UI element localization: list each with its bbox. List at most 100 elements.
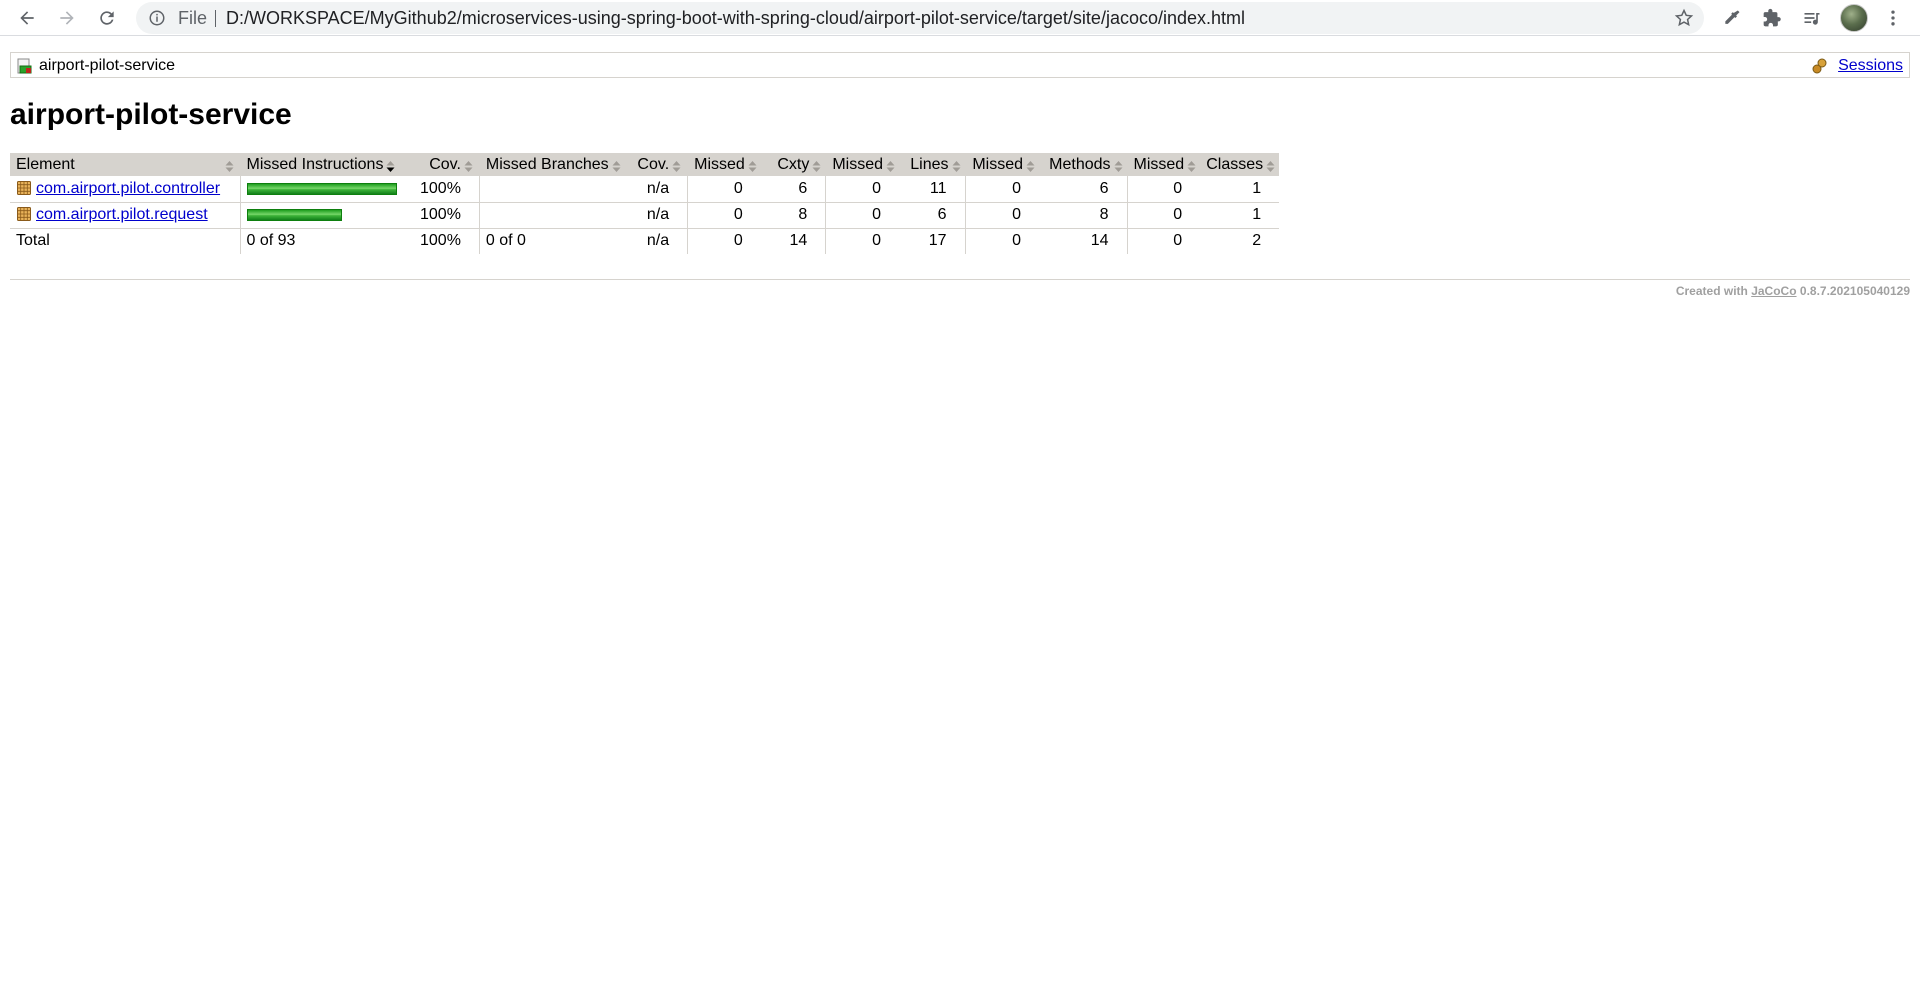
column-header-instruction-cov[interactable]: Cov. bbox=[414, 153, 480, 176]
sort-icon bbox=[225, 159, 234, 172]
back-arrow-icon bbox=[20, 11, 34, 25]
total-missed-cxty: 0 bbox=[687, 227, 761, 254]
package-link-controller[interactable]: com.airport.pilot.controller bbox=[36, 180, 220, 197]
column-header-missed-instructions[interactable]: Missed Instructions bbox=[239, 153, 414, 176]
methods-cell: 6 bbox=[1039, 176, 1128, 203]
total-missed-lines: 0 bbox=[825, 227, 900, 254]
footer-prefix: Created with bbox=[1675, 284, 1748, 298]
column-header-missed-branches[interactable]: Missed Branches bbox=[478, 153, 632, 176]
info-icon[interactable] bbox=[148, 9, 166, 27]
lines-cell: 11 bbox=[899, 176, 966, 203]
column-header-methods[interactable]: Methods bbox=[1039, 153, 1128, 176]
total-row: Total 0 of 93 100% 0 of 0 n/a 0 14 0 17 … bbox=[10, 227, 1280, 254]
branch-cov-cell: n/a bbox=[631, 202, 688, 229]
cxty-cell: 6 bbox=[760, 176, 826, 203]
sort-icon bbox=[952, 159, 961, 172]
missed-lines-cell: 0 bbox=[825, 202, 900, 229]
package-link-request[interactable]: com.airport.pilot.request bbox=[36, 206, 208, 223]
eyedropper-icon bbox=[1725, 10, 1740, 24]
missed-classes-cell: 0 bbox=[1126, 202, 1201, 229]
reload-icon bbox=[100, 11, 114, 25]
sort-icon bbox=[886, 159, 895, 172]
column-header-element[interactable]: Element bbox=[10, 153, 240, 176]
missed-cxty-cell: 0 bbox=[687, 202, 761, 229]
column-header-missed-methods[interactable]: Missed bbox=[964, 153, 1040, 176]
eyedropper-button[interactable] bbox=[1718, 4, 1746, 32]
total-missed-instructions: 0 of 93 bbox=[239, 227, 414, 254]
extensions-button[interactable] bbox=[1758, 4, 1786, 32]
missed-branches-cell bbox=[478, 202, 632, 229]
instruction-cov-cell: 100% bbox=[414, 202, 480, 229]
reload-button[interactable] bbox=[93, 4, 121, 32]
column-header-cxty[interactable]: Cxty bbox=[760, 153, 826, 176]
classes-cell: 1 bbox=[1200, 176, 1280, 203]
missed-cxty-cell: 0 bbox=[687, 176, 761, 203]
column-header-classes[interactable]: Classes bbox=[1200, 153, 1280, 176]
table-header-row: Element Missed Instructions Cov. Missed … bbox=[10, 153, 1280, 176]
total-instruction-cov: 100% bbox=[414, 227, 480, 254]
sort-icon bbox=[812, 159, 821, 172]
column-header-missed-lines[interactable]: Missed bbox=[825, 153, 900, 176]
breadcrumb-label: airport-pilot-service bbox=[39, 57, 176, 74]
total-cxty: 14 bbox=[760, 227, 826, 254]
jacoco-link[interactable]: JaCoCo bbox=[1751, 284, 1796, 298]
sort-icon bbox=[672, 159, 681, 172]
sort-icon bbox=[1266, 159, 1275, 172]
coverage-table: Element Missed Instructions Cov. Missed … bbox=[10, 153, 1280, 254]
package-icon bbox=[17, 180, 31, 195]
lines-cell: 6 bbox=[899, 202, 966, 229]
sort-icon bbox=[1187, 159, 1196, 172]
missed-methods-cell: 0 bbox=[964, 176, 1040, 203]
column-header-missed-cxty[interactable]: Missed bbox=[687, 153, 761, 176]
column-header-missed-classes[interactable]: Missed bbox=[1126, 153, 1201, 176]
footer-version: 0.8.7.202105040129 bbox=[1799, 284, 1910, 298]
missed-methods-cell: 0 bbox=[964, 202, 1040, 229]
browser-toolbar: File D:/WORKSPACE/MyGithub2/microservice… bbox=[0, 0, 1920, 36]
address-separator bbox=[215, 10, 216, 27]
coverage-bar bbox=[246, 208, 342, 221]
puzzle-piece-icon bbox=[1763, 8, 1781, 27]
missed-instructions-bar-cell bbox=[239, 202, 414, 229]
page-title: airport-pilot-service bbox=[10, 98, 292, 131]
total-classes: 2 bbox=[1200, 227, 1280, 254]
sessions-icon bbox=[1812, 58, 1827, 74]
bookmark-star-icon[interactable] bbox=[1674, 8, 1694, 28]
browser-menu-button[interactable] bbox=[1879, 4, 1907, 32]
total-branch-cov: n/a bbox=[631, 227, 688, 254]
classes-cell: 1 bbox=[1200, 202, 1280, 229]
table-row: com.airport.pilot.request 100% n/a 0 8 0… bbox=[10, 202, 1280, 229]
column-header-lines[interactable]: Lines bbox=[899, 153, 966, 176]
sort-icon bbox=[612, 159, 621, 172]
forward-button[interactable] bbox=[53, 4, 81, 32]
missed-classes-cell: 0 bbox=[1126, 176, 1201, 203]
back-button[interactable] bbox=[13, 4, 41, 32]
total-missed-classes: 0 bbox=[1126, 227, 1201, 254]
sort-icon bbox=[464, 159, 473, 172]
breadcrumb: airport-pilot-service Sessions bbox=[10, 52, 1910, 78]
sessions-link[interactable]: Sessions bbox=[1838, 57, 1903, 75]
sort-descending-icon bbox=[386, 159, 395, 172]
total-label: Total bbox=[10, 227, 240, 254]
address-bar[interactable]: File D:/WORKSPACE/MyGithub2/microservice… bbox=[136, 2, 1704, 34]
package-icon bbox=[17, 207, 31, 221]
sort-icon bbox=[1114, 159, 1123, 172]
coverage-bar bbox=[246, 182, 397, 195]
element-cell: com.airport.pilot.request bbox=[10, 202, 240, 229]
total-methods: 14 bbox=[1039, 227, 1128, 254]
column-header-branch-cov[interactable]: Cov. bbox=[631, 153, 688, 176]
footer-divider bbox=[10, 279, 1910, 280]
total-missed-branches: 0 of 0 bbox=[478, 227, 632, 254]
playlist-icon bbox=[1804, 13, 1820, 25]
url-text[interactable]: D:/WORKSPACE/MyGithub2/microservices-usi… bbox=[226, 9, 1245, 27]
reading-list-button[interactable] bbox=[1798, 4, 1826, 32]
footer: Created with JaCoCo 0.8.7.202105040129 bbox=[1676, 284, 1910, 298]
report-icon bbox=[17, 58, 32, 74]
element-cell: com.airport.pilot.controller bbox=[10, 176, 240, 203]
cxty-cell: 8 bbox=[760, 202, 826, 229]
missed-branches-cell bbox=[478, 176, 632, 203]
branch-cov-cell: n/a bbox=[631, 176, 688, 203]
total-missed-methods: 0 bbox=[964, 227, 1040, 254]
missed-instructions-bar-cell bbox=[239, 176, 414, 203]
profile-avatar[interactable] bbox=[1840, 4, 1868, 32]
methods-cell: 8 bbox=[1039, 202, 1128, 229]
